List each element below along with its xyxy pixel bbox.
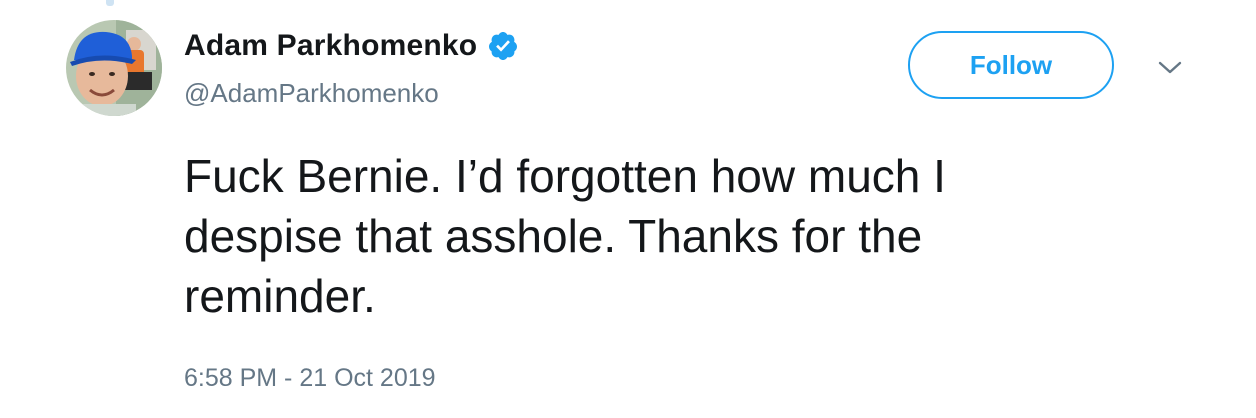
tweet-text: Fuck Bernie. I’d forgotten how much I de… (184, 150, 946, 322)
tweet-timestamp[interactable]: 6:58 PM - 21 Oct 2019 (184, 364, 436, 393)
tweet-header: Adam Parkhomenko @AdamParkhomenko (184, 26, 519, 109)
display-name[interactable]: Adam Parkhomenko (184, 29, 477, 63)
chevron-down-icon[interactable] (1156, 58, 1184, 78)
avatar-photo-icon (66, 20, 162, 116)
name-row: Adam Parkhomenko (184, 26, 519, 66)
verified-badge-icon (487, 30, 519, 62)
user-handle[interactable]: @AdamParkhomenko (184, 78, 519, 109)
thread-connector (106, 0, 114, 6)
follow-button[interactable]: Follow (908, 31, 1114, 99)
tweet-card: Adam Parkhomenko @AdamParkhomenko Follow… (0, 0, 1256, 418)
avatar[interactable] (66, 20, 162, 116)
